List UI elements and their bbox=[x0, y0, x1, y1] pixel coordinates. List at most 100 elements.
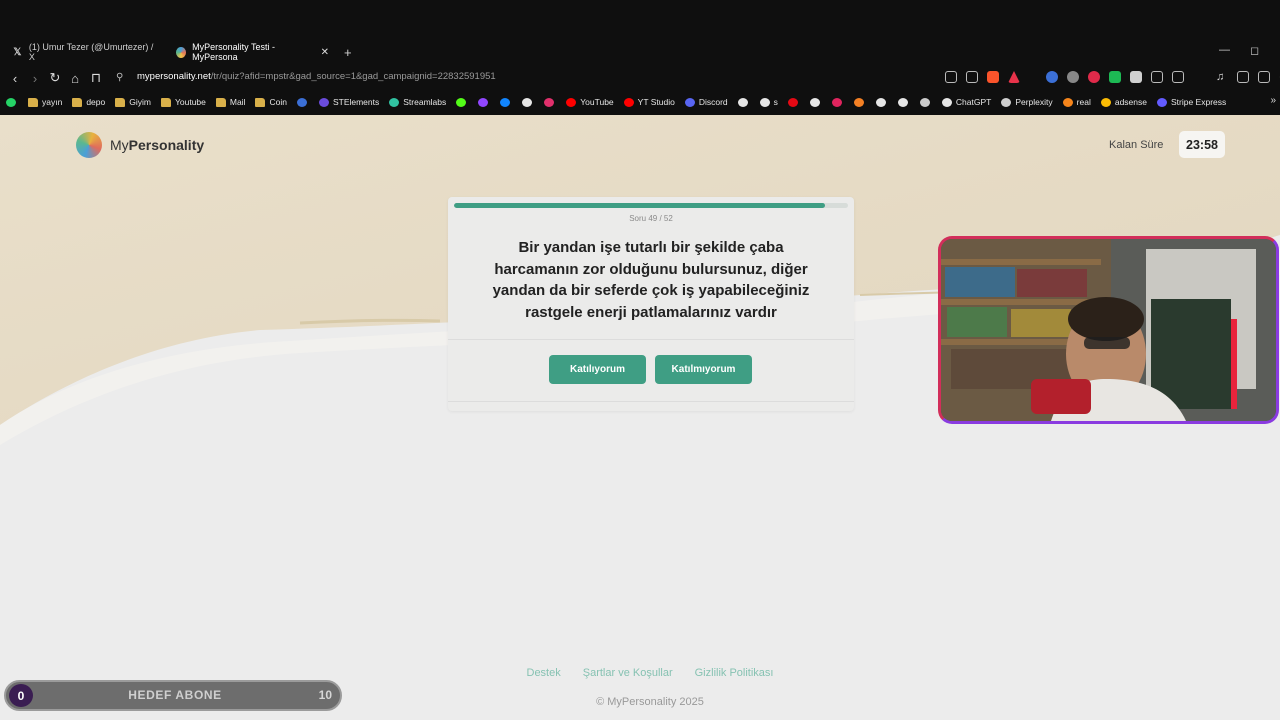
app-icon bbox=[919, 97, 930, 107]
bookmark-item[interactable]: yayın bbox=[28, 97, 62, 107]
extension-icon[interactable] bbox=[1046, 71, 1058, 83]
bookmark-item[interactable] bbox=[456, 97, 470, 107]
app-icon bbox=[853, 97, 864, 107]
bookmark-item[interactable] bbox=[853, 97, 868, 107]
bookmark-item[interactable]: Mail bbox=[215, 97, 245, 107]
url-field[interactable]: mypersonality.net/tr/quiz?afid=mpstr&gad… bbox=[137, 71, 496, 82]
r-icon bbox=[296, 97, 307, 107]
disagree-button[interactable]: Katılmıyorum bbox=[655, 355, 752, 384]
wallet-icon[interactable] bbox=[1258, 71, 1270, 83]
brave-rewards-icon[interactable] bbox=[1008, 71, 1020, 83]
site-logo[interactable]: MyPersonality bbox=[76, 132, 204, 158]
streamlabs-icon bbox=[389, 97, 400, 107]
goal-label: HEDEF ABONE bbox=[128, 688, 222, 702]
bookmark-item[interactable]: Coin bbox=[255, 97, 287, 107]
bookmark-item[interactable]: YT Studio bbox=[623, 97, 675, 107]
extension-icon[interactable] bbox=[1172, 71, 1184, 83]
brave-shield-icon[interactable] bbox=[987, 71, 999, 83]
bookmark-item[interactable]: s bbox=[759, 97, 778, 107]
extension-icons-left bbox=[945, 71, 1020, 85]
goal-target: 10 bbox=[318, 688, 332, 702]
bookmark-item[interactable]: Youtube bbox=[160, 97, 206, 107]
tab-mypersonality[interactable]: MyPersonality Testi - MyPersona ✕ bbox=[170, 40, 335, 64]
bookmark-item[interactable] bbox=[831, 97, 846, 107]
bookmark-item[interactable] bbox=[919, 97, 934, 107]
bookmark-item[interactable] bbox=[500, 97, 514, 107]
tab-title: (1) Umur Tezer (@Umurtezer) / X bbox=[28, 42, 154, 62]
footer-link-terms[interactable]: Şartlar ve Koşullar bbox=[583, 667, 673, 679]
netflix-icon bbox=[787, 97, 798, 107]
kick-icon bbox=[456, 97, 467, 107]
site-info-icon[interactable]: ⚲ bbox=[116, 72, 123, 83]
bookmark-label: s bbox=[773, 97, 778, 107]
sidebar-icon[interactable] bbox=[1237, 71, 1249, 83]
music-icon[interactable]: ♫ bbox=[1216, 71, 1228, 83]
bookmark-label: Youtube bbox=[174, 97, 206, 107]
minimize-icon[interactable]: — bbox=[1219, 44, 1230, 56]
bookmark-item[interactable] bbox=[522, 97, 536, 107]
folder-icon bbox=[160, 97, 171, 107]
forward-icon[interactable]: › bbox=[26, 66, 44, 90]
bookmark-item[interactable]: real bbox=[1062, 97, 1091, 107]
timer-label: Kalan Süre bbox=[1109, 139, 1164, 151]
bookmark-item[interactable]: adsense bbox=[1100, 97, 1147, 107]
bookmark-item[interactable] bbox=[875, 97, 890, 107]
bookmark-item[interactable] bbox=[544, 97, 558, 107]
tiktok-icon bbox=[759, 97, 770, 107]
bookmark-item[interactable]: Discord bbox=[684, 97, 728, 107]
tab-title: MyPersonality Testi - MyPersona bbox=[192, 42, 275, 62]
app-icon bbox=[897, 97, 908, 107]
home-icon[interactable]: ⌂ bbox=[66, 66, 84, 90]
extension-icons-right: ♫ ✦ bbox=[1046, 71, 1280, 85]
fox-icon bbox=[1062, 97, 1073, 107]
bookmark-item[interactable]: Giyim bbox=[115, 97, 151, 107]
reload-icon[interactable]: ↻ bbox=[46, 66, 64, 90]
share-icon[interactable] bbox=[966, 71, 978, 83]
bookmark-label: Streamlabs bbox=[403, 97, 447, 107]
logo-text: MyPersonality bbox=[110, 137, 205, 153]
extension-icon[interactable] bbox=[1067, 71, 1079, 83]
tab-x-profile[interactable]: 𝕏 (1) Umur Tezer (@Umurtezer) / X bbox=[6, 40, 166, 64]
puzzle-icon[interactable] bbox=[1151, 71, 1163, 83]
bookmark-label: depo bbox=[86, 97, 106, 107]
extension-icon[interactable] bbox=[1088, 71, 1100, 83]
footer-link-privacy[interactable]: Gizlilik Politikası bbox=[695, 667, 774, 679]
extension-icon[interactable] bbox=[1109, 71, 1121, 83]
bookmark-item[interactable] bbox=[296, 97, 311, 107]
bookmarks-bar: yayın depo Giyim Youtube Mail Coin STElements S… bbox=[6, 94, 1236, 110]
tiktok-icon bbox=[737, 97, 748, 107]
bookmark-label: real bbox=[1076, 97, 1091, 107]
bookmark-item[interactable] bbox=[897, 97, 912, 107]
yt-studio-icon bbox=[623, 97, 634, 107]
circle-icon bbox=[809, 97, 820, 107]
bookmark-item[interactable]: Perplexity bbox=[1001, 97, 1053, 107]
bookmark-label: Giyim bbox=[129, 97, 151, 107]
back-icon[interactable]: ‹ bbox=[6, 66, 24, 90]
maximize-icon[interactable]: ◻ bbox=[1250, 44, 1259, 57]
extension-icon[interactable] bbox=[1130, 71, 1142, 83]
adsense-icon bbox=[1100, 97, 1111, 107]
mypersonality-logo-icon bbox=[76, 132, 102, 158]
bookmark-item[interactable] bbox=[478, 97, 492, 107]
bookmark-icon[interactable]: ⊓ bbox=[87, 66, 105, 90]
bookmark-item[interactable]: STElements bbox=[318, 97, 380, 107]
cast-icon[interactable] bbox=[945, 71, 957, 83]
webcam-feed bbox=[941, 239, 1276, 421]
bookmark-item[interactable]: Stripe Express bbox=[1156, 97, 1226, 107]
bookmark-item[interactable]: depo bbox=[72, 97, 105, 107]
bookmark-item[interactable]: ChatGPT bbox=[941, 97, 991, 107]
bookmark-item[interactable] bbox=[737, 97, 752, 107]
close-icon[interactable]: ✕ bbox=[321, 47, 329, 58]
bookmarks-more-icon[interactable]: » bbox=[1270, 95, 1276, 106]
bookmark-item[interactable] bbox=[787, 97, 802, 107]
bookmark-item[interactable]: YouTube bbox=[566, 97, 614, 107]
folder-icon bbox=[72, 97, 83, 107]
bookmark-label: STElements bbox=[332, 97, 380, 107]
agree-button[interactable]: Katılıyorum bbox=[549, 355, 646, 384]
footer-link-support[interactable]: Destek bbox=[527, 667, 561, 679]
new-tab-button[interactable]: + bbox=[338, 40, 358, 64]
question-counter: Soru 49 / 52 bbox=[629, 214, 673, 223]
bookmark-item[interactable] bbox=[809, 97, 824, 107]
bookmark-item[interactable] bbox=[6, 97, 20, 107]
bookmark-item[interactable]: Streamlabs bbox=[389, 97, 446, 107]
